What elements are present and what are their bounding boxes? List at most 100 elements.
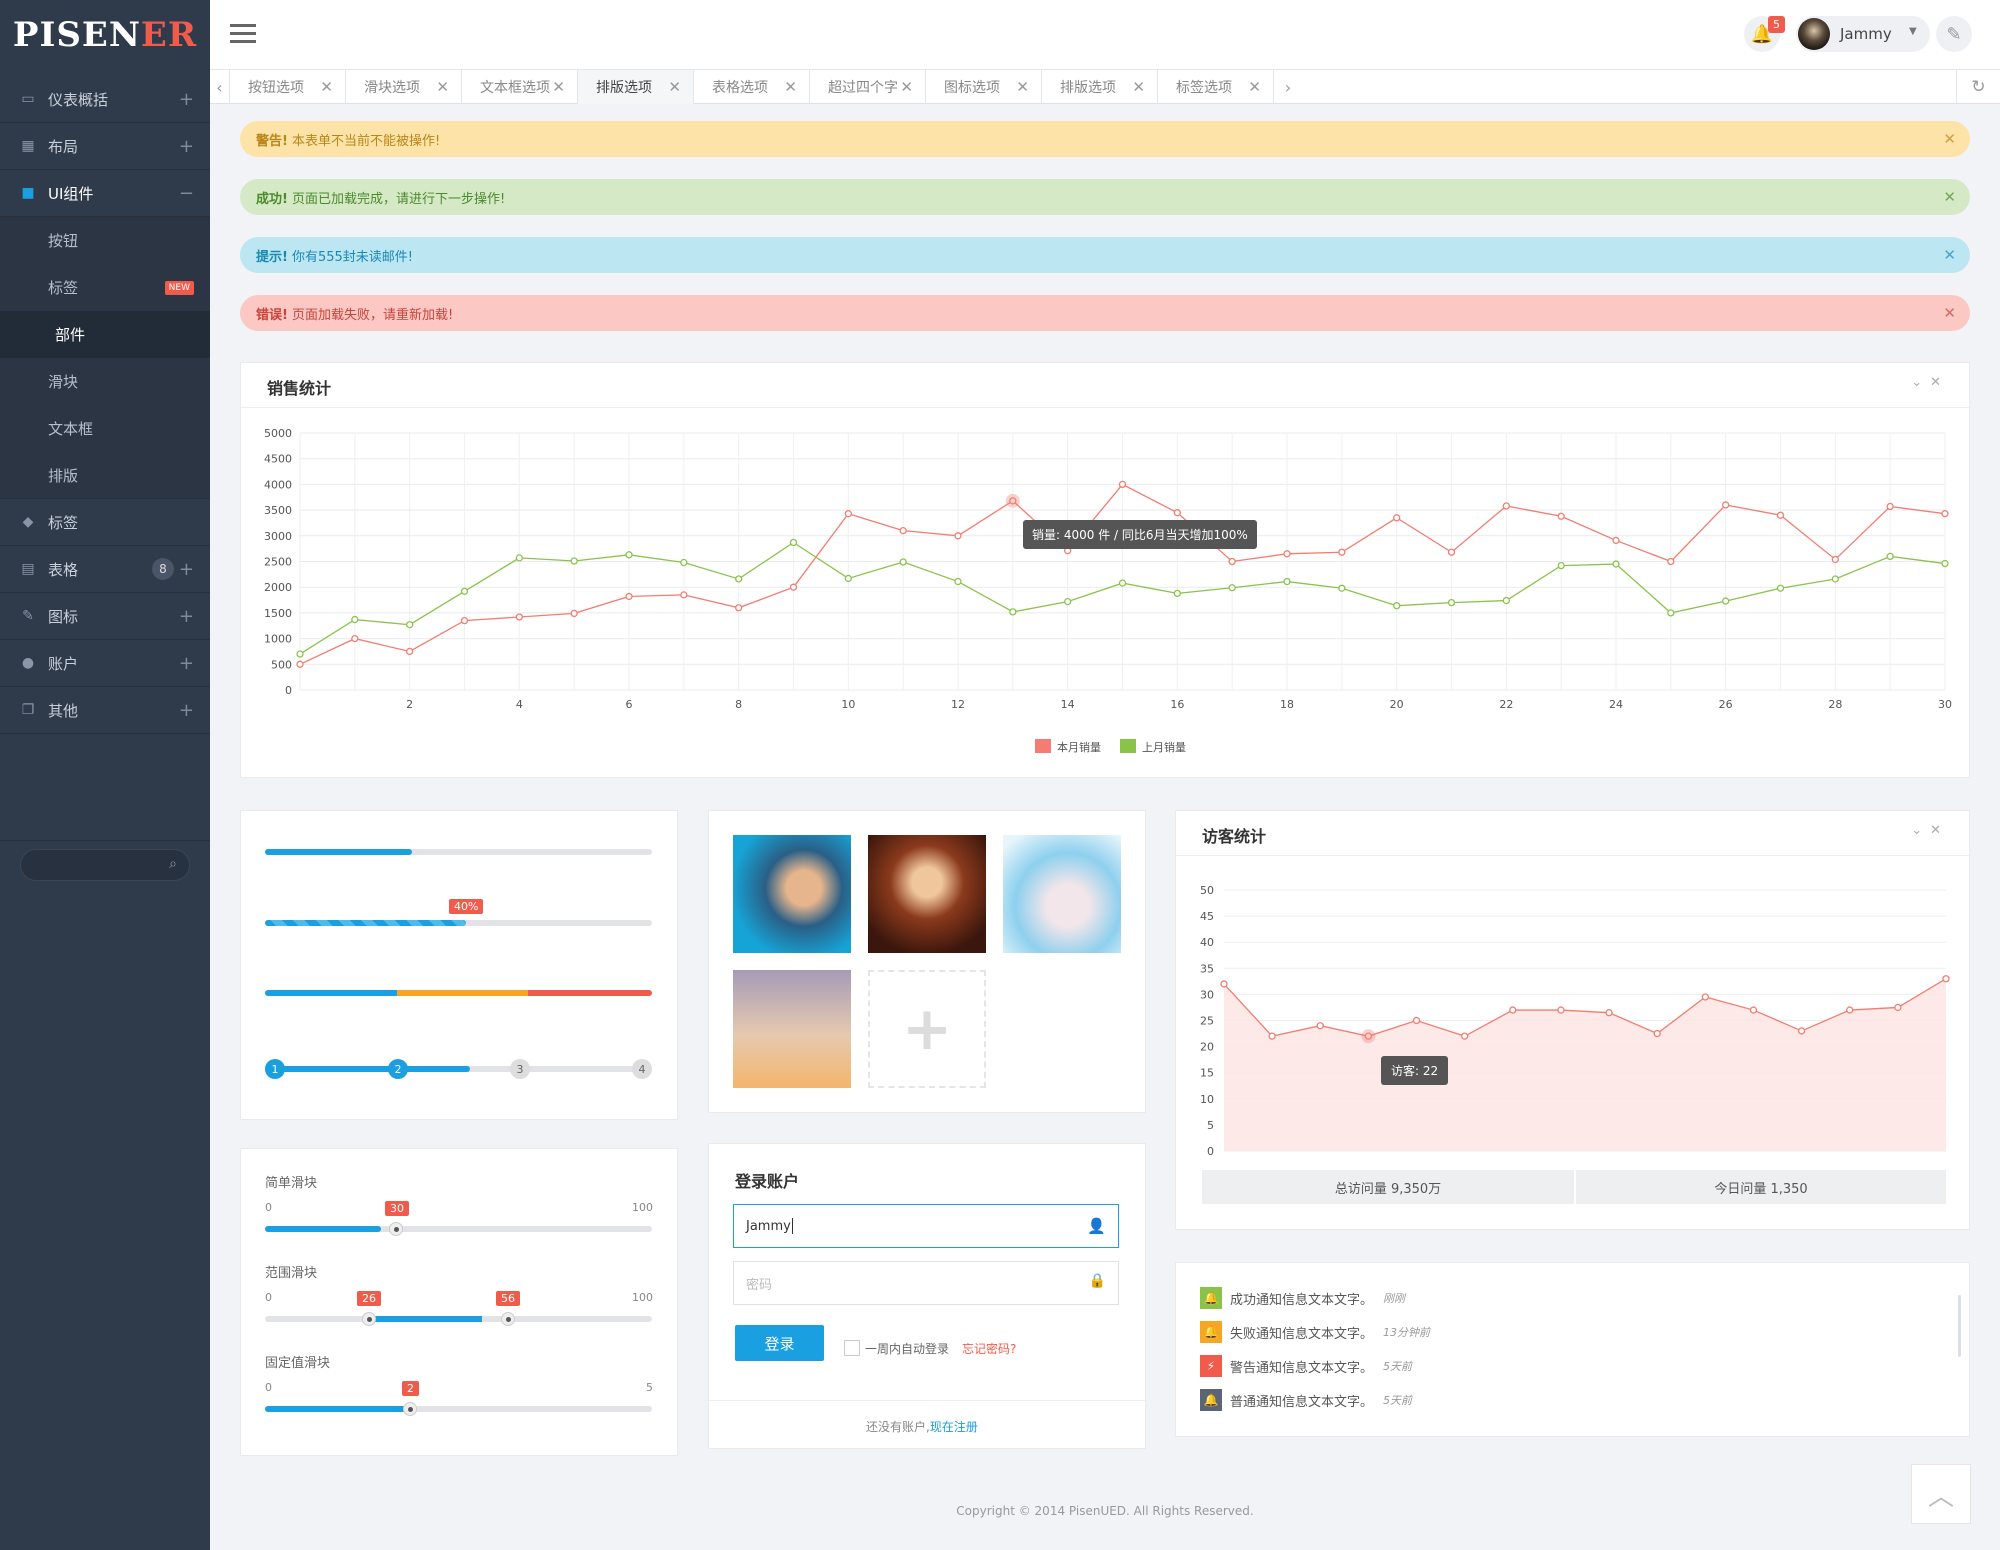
sidebar-item-tags[interactable]: ◆ 标签 (0, 499, 210, 546)
close-icon[interactable]: ✕ (1930, 823, 1949, 838)
remember-checkbox[interactable] (844, 1340, 860, 1356)
x-tick-label: 24 (1609, 698, 1623, 711)
chevron-right-icon[interactable]: › (1280, 70, 1296, 104)
notification-time: 刚刚 (1383, 1292, 1406, 1305)
login-button[interactable]: 登录 (735, 1325, 824, 1361)
close-icon[interactable]: ✕ (1132, 78, 1145, 96)
close-icon[interactable]: ✕ (1248, 78, 1261, 96)
sidebar-search-input[interactable]: ⌕ (20, 849, 190, 881)
close-icon[interactable]: ✕ (1943, 304, 1956, 322)
close-icon[interactable]: ✕ (552, 78, 565, 96)
chevron-down-icon[interactable]: ⌄ (1911, 375, 1930, 390)
notification-item[interactable]: ⚡ 警告通知信息文本文字。 5天前 (1200, 1354, 1412, 1378)
x-tick-label: 8 (735, 698, 742, 711)
user-menu[interactable]: Jammy ▼ (1796, 16, 1930, 52)
close-icon[interactable]: ✕ (668, 78, 681, 96)
gallery-image[interactable] (1003, 835, 1121, 953)
tab-5[interactable]: 超过四个字 ✕ (810, 70, 926, 104)
sidebar-item-tables[interactable]: ▤ 表格 8 + (0, 546, 210, 593)
logo[interactable]: PISEN ER (0, 0, 210, 70)
tab-label: 超过四个字 (828, 80, 898, 96)
layout-icon: ▦ (21, 138, 35, 154)
close-icon[interactable]: ✕ (1943, 246, 1956, 264)
progress-fill (265, 920, 467, 926)
close-icon[interactable]: ✕ (436, 78, 449, 96)
tab-3[interactable]: 排版选项 ✕ (578, 70, 694, 104)
alert-strong: 成功! (256, 191, 288, 207)
chevron-down-icon[interactable]: ⌄ (1911, 823, 1930, 838)
plus-icon: + (178, 605, 194, 627)
close-icon[interactable]: ✕ (1016, 78, 1029, 96)
tab-6[interactable]: 图标选项 ✕ (926, 70, 1042, 104)
data-point (1557, 1006, 1565, 1014)
slider-handle[interactable] (389, 1222, 403, 1236)
scrollbar[interactable] (1958, 1295, 1961, 1357)
simple-slider[interactable] (265, 1226, 652, 1232)
sidebar-sub-textbox[interactable]: 文本框 (0, 405, 210, 452)
tab-2[interactable]: 文本框选项 ✕ (462, 70, 578, 104)
data-point (844, 574, 852, 583)
gallery-image[interactable] (733, 835, 851, 953)
back-to-top-button[interactable]: ︿ (1911, 1464, 1971, 1524)
add-image-button[interactable]: + (868, 970, 986, 1088)
sidebar-item-label: 表格 (48, 560, 79, 579)
close-icon[interactable]: ✕ (1943, 130, 1956, 148)
sidebar-item-layout[interactable]: ▦ 布局 + (0, 123, 210, 170)
sidebar-sub-typography[interactable]: 排版 (0, 452, 210, 499)
step-2[interactable]: 2 (388, 1059, 408, 1079)
alert-strong: 错误! (256, 307, 288, 323)
x-tick-label: 12 (951, 698, 965, 711)
sidebar-item-other[interactable]: ❐ 其他 + (0, 687, 210, 734)
chevron-left-icon[interactable]: ‹ (210, 70, 230, 104)
divider (241, 407, 1969, 408)
y-tick-label: 50 (1200, 884, 1214, 897)
search-icon[interactable]: ⌕ (169, 856, 177, 872)
sidebar-item-dashboard[interactable]: ▭ 仪表概括 + (0, 76, 210, 123)
refresh-icon[interactable]: ↻ (1956, 70, 2000, 104)
gallery-image[interactable] (868, 835, 986, 953)
tab-7[interactable]: 排版选项 ✕ (1042, 70, 1158, 104)
slider-handle[interactable] (403, 1402, 417, 1416)
sidebar-item-ui[interactable]: ■ UI组件 − (0, 170, 210, 217)
data-point (1173, 509, 1181, 517)
username-field[interactable]: Jammy 👤 (733, 1204, 1119, 1248)
slider-handle[interactable] (501, 1312, 515, 1326)
slider-handle[interactable] (362, 1312, 376, 1326)
step-1[interactable]: 1 (265, 1059, 285, 1079)
sidebar-sub-labels[interactable]: 标签 NEW (0, 264, 210, 311)
menu-toggle-icon[interactable] (230, 24, 256, 44)
tab-8[interactable]: 标签选项 ✕ (1158, 70, 1274, 104)
notification-item[interactable]: 🔔 失败通知信息文本文字。 13分钟前 (1200, 1320, 1430, 1344)
step-3[interactable]: 3 (510, 1059, 530, 1079)
gallery-image[interactable] (733, 970, 851, 1088)
tab-0[interactable]: 按钮选项 ✕ (230, 70, 346, 104)
sidebar-item-icons[interactable]: ✎ 图标 + (0, 593, 210, 640)
tab-1[interactable]: 滑块选项 ✕ (346, 70, 462, 104)
close-icon[interactable]: ✕ (900, 78, 913, 96)
tab-4[interactable]: 表格选项 ✕ (694, 70, 810, 104)
step-4[interactable]: 4 (632, 1059, 652, 1079)
forgot-password-link[interactable]: 忘记密码? (962, 1340, 1016, 1357)
user-icon: 👤 (1087, 1217, 1106, 1235)
sidebar-sub-slider[interactable]: 滑块 (0, 358, 210, 405)
sidebar-sub-buttons[interactable]: 按钮 (0, 217, 210, 264)
close-icon[interactable]: ✕ (1943, 188, 1956, 206)
close-icon[interactable]: ✕ (320, 78, 333, 96)
password-field[interactable]: 密码 🔒 (733, 1261, 1119, 1305)
register-link[interactable]: 现在注册 (930, 1420, 978, 1434)
y-tick-label: 3500 (264, 504, 292, 517)
y-tick-label: 45 (1200, 910, 1214, 923)
close-icon[interactable]: ✕ (784, 78, 797, 96)
notification-item[interactable]: 🔔 成功通知信息文本文字。 刚刚 (1200, 1286, 1405, 1310)
range-slider[interactable] (265, 1316, 652, 1322)
close-icon[interactable]: ✕ (1930, 375, 1949, 390)
y-tick-label: 3000 (264, 530, 292, 543)
fixed-slider[interactable] (265, 1406, 652, 1412)
notification-item[interactable]: 🔔 普通通知信息文本文字。 5天前 (1200, 1388, 1412, 1412)
avatar (1798, 18, 1830, 50)
tab-label: 排版选项 (1060, 80, 1116, 96)
sidebar-item-account[interactable]: ● 账户 + (0, 640, 210, 687)
brush-icon[interactable]: ✎ (1936, 16, 1972, 52)
sidebar-sub-widgets[interactable]: 部件 (0, 311, 210, 358)
y-tick-label: 10 (1200, 1093, 1214, 1106)
